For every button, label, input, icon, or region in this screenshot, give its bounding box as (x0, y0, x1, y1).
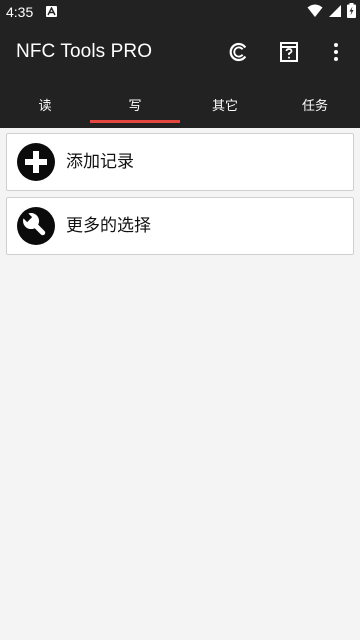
tab-write[interactable]: 写 (90, 80, 180, 128)
tab-label: 其它 (211, 98, 238, 114)
status-icons (307, 2, 356, 22)
wifi-icon (307, 3, 323, 22)
tab-tasks[interactable]: 任务 (270, 80, 360, 128)
add-circle-icon (17, 143, 55, 181)
tab-read[interactable]: 读 (0, 80, 90, 128)
tab-label: 读 (38, 98, 52, 114)
status-bar: 4:35 (0, 0, 360, 24)
signal-icon (328, 3, 342, 22)
more-vert-icon[interactable] (324, 40, 348, 64)
tab-other[interactable]: 其它 (180, 80, 270, 128)
tab-label: 写 (128, 98, 142, 114)
nfc-ring-icon[interactable] (227, 40, 251, 64)
app-title: NFC Tools PRO (16, 41, 153, 62)
wrench-icon (17, 207, 55, 245)
status-time: 4:35 (6, 4, 34, 20)
add-record-label: 添加记录 (66, 152, 134, 172)
help-icon[interactable] (277, 40, 301, 64)
write-content: 添加记录 更多的选择 (0, 128, 360, 640)
tab-active-indicator (90, 120, 180, 123)
tab-label: 任务 (301, 98, 328, 114)
add-record-button[interactable]: 添加记录 (6, 133, 354, 191)
more-options-label: 更多的选择 (66, 216, 151, 236)
tab-bar: 读 写 其它 任务 (0, 80, 360, 128)
notification-a-icon (46, 6, 57, 17)
battery-charging-icon (347, 2, 356, 22)
more-options-button[interactable]: 更多的选择 (6, 197, 354, 255)
app-bar: NFC Tools PRO (0, 24, 360, 80)
